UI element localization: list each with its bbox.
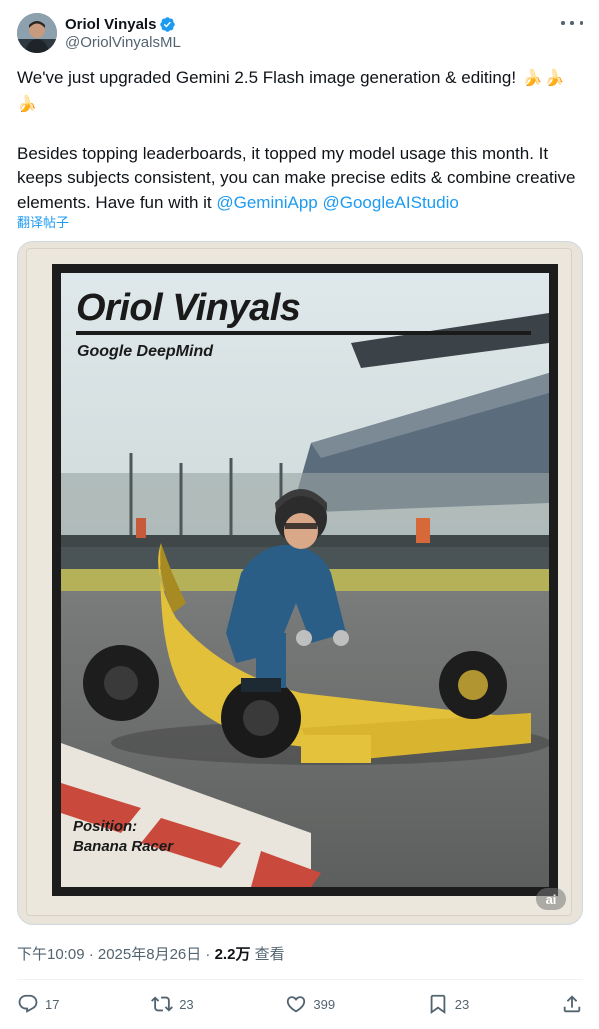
repost-count: 23 (179, 996, 194, 1012)
author-names: Oriol Vinyals @OriolVinyalsML (65, 16, 181, 51)
banana-emoji: 🍌 (522, 70, 543, 87)
tweet-paragraph-2: Besides topping leaderboards, it topped … (17, 143, 576, 212)
view-label: 查看 (250, 946, 285, 963)
ai-generated-badge[interactable]: ai (536, 888, 566, 910)
share-icon (563, 995, 581, 1013)
card-title-rule (76, 331, 531, 335)
banana-emoji: 🍌 (544, 70, 565, 87)
tweet-text: We've just upgraded Gemini 2.5 Flash ima… (17, 66, 577, 215)
view-count: 2.2万 (214, 946, 251, 963)
heart-icon (287, 996, 306, 1013)
tweet-header: Oriol Vinyals @OriolVinyalsML (17, 12, 583, 54)
card-position-label: Position: (73, 818, 138, 835)
action-bar: 17 23 399 23 (17, 990, 583, 1018)
trading-card: Oriol Vinyals Google DeepMind Position: … (26, 248, 572, 916)
card-title: Oriol Vinyals (76, 287, 301, 329)
author-handle[interactable]: @OriolVinyalsML (65, 34, 181, 51)
like-count: 399 (313, 996, 336, 1012)
card-position-value: Banana Racer (73, 838, 174, 855)
mention-link[interactable]: @GoogleAIStudio (322, 193, 458, 212)
mention-link[interactable]: @GeminiApp (216, 193, 317, 212)
card-frame: Oriol Vinyals Google DeepMind Position: … (52, 264, 558, 896)
card-organization: Google DeepMind (77, 343, 213, 360)
more-options-icon[interactable] (561, 16, 583, 30)
bookmark-icon (430, 994, 446, 1015)
reply-icon (18, 994, 38, 1013)
translate-post-link[interactable]: 翻译帖子 (17, 212, 69, 231)
bookmark-count: 23 (454, 996, 470, 1012)
verified-badge-icon (160, 16, 176, 32)
tweet-media-image[interactable]: Oriol Vinyals Google DeepMind Position: … (17, 241, 583, 925)
avatar[interactable] (17, 13, 57, 53)
bookmark-button[interactable]: 23 (427, 993, 469, 1015)
reply-count: 17 (45, 996, 60, 1012)
tweet-meta: 下午10:09 · 2025年8月26日 · 2.2万 查看 (17, 943, 285, 964)
share-button[interactable] (561, 993, 583, 1015)
banana-emoji: 🍌 (17, 95, 37, 113)
author-display-name[interactable]: Oriol Vinyals (65, 16, 156, 33)
reply-button[interactable]: 17 (17, 993, 59, 1015)
repost-icon (151, 996, 174, 1012)
repost-button[interactable]: 23 (151, 993, 194, 1015)
tweet-paragraph-1: We've just upgraded Gemini 2.5 Flash ima… (17, 66, 577, 117)
like-button[interactable]: 399 (285, 993, 335, 1015)
tweet-timestamp[interactable]: 下午10:09 · 2025年8月26日 · (17, 946, 215, 963)
divider (17, 979, 583, 980)
race-scene-illustration (61, 273, 549, 887)
